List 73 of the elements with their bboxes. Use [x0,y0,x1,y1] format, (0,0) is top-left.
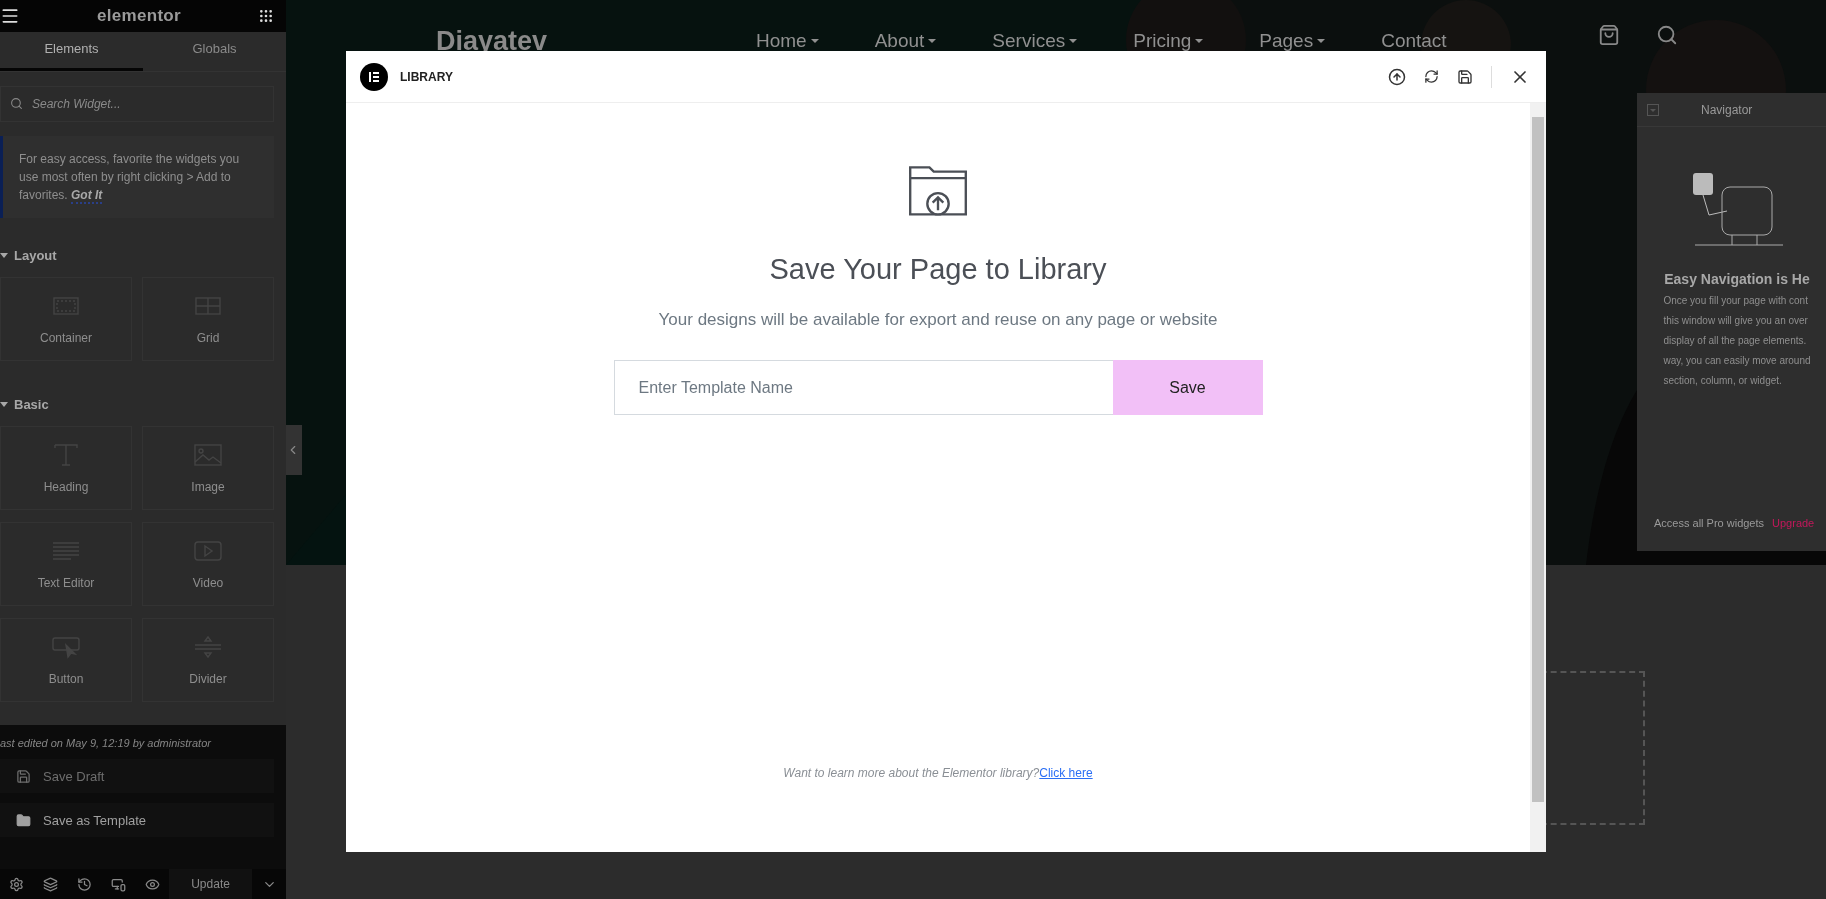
widget-label: Text Editor [37,576,95,590]
last-edited-note: ast edited on May 9, 12:19 by administrator [0,737,212,749]
category-title: Basic [14,397,49,412]
nav-link[interactable]: Services [992,30,1078,52]
panel-tab[interactable]: Globals [143,32,286,71]
dialog-title: LIBRARY [400,69,453,84]
sync-button[interactable] [1424,69,1439,84]
video-icon [193,538,223,564]
scrollbar-thumb[interactable] [1532,117,1544,802]
widget-label: Grid [196,331,220,345]
widget-label: Image [191,480,225,494]
dialog-heading: Save Your Page to Library [769,253,1107,286]
category-title: Layout [14,248,57,263]
widget-label: Divider [189,672,227,686]
widget-label: Heading [43,480,89,494]
widget-card[interactable]: Button [0,618,132,702]
navigator-text-line: Once you fill your page with cont [1663,294,1809,308]
search-icon[interactable] [1656,24,1678,46]
navigator-heading: Easy Navigation is He [1664,271,1810,287]
nav-link[interactable]: About [874,30,937,52]
click-here-link[interactable]: Click here [1039,766,1093,780]
nav-link[interactable]: Pricing [1133,30,1204,52]
panel-tab[interactable]: Elements [0,32,143,71]
divider-icon [193,634,223,660]
responsive-icon[interactable] [110,876,126,892]
navigator-text-line: this window will give you an over [1663,314,1809,328]
search-icon [10,97,23,110]
widget-card[interactable]: Grid [142,277,274,361]
scrollbar[interactable] [1530,103,1546,852]
collapse-handle[interactable] [286,425,302,475]
widget-card[interactable]: Heading [0,426,132,510]
save-icon [16,768,31,784]
save-template-button[interactable]: Save [1112,360,1263,415]
menu-icon[interactable] [0,6,20,26]
settings-icon[interactable] [9,876,25,892]
caret-icon[interactable] [0,402,8,407]
preview-icon[interactable] [144,876,160,892]
image-icon [193,442,223,468]
widget-label: Video [192,576,224,590]
library-help-text: Want to learn more about the Elementor library?Click here [783,766,1093,780]
nav-link[interactable]: Pages [1259,30,1326,52]
apps-grid-icon[interactable] [258,8,274,24]
bag-icon[interactable] [1598,24,1620,46]
elementor-logo-icon [360,62,388,91]
history-icon[interactable] [76,876,92,892]
widget-card[interactable]: Divider [142,618,274,702]
navigator-text-line: section, column, or widget. [1663,374,1783,388]
template-name-field[interactable]: Enter Template Name [613,360,1113,415]
navigator-text-line: way, you can easily move around [1663,354,1811,368]
nav-link[interactable]: Home [756,30,819,52]
widget-label: Button [48,672,84,686]
button-cursor-icon [51,634,81,660]
search-field[interactable]: Search Widget... [0,86,274,122]
widget-card[interactable]: Text Editor [0,522,132,606]
promo-text: Access all Pro widgets [1654,517,1765,529]
dialog-subtitle: Your designs will be available for export and reuse on any page or website [658,310,1218,330]
widget-card[interactable]: Video [142,522,274,606]
brand-logo: elementor [97,6,181,26]
widget-label: Container [40,331,92,345]
got-it-link[interactable]: Got It [71,188,103,204]
update-button[interactable]: Update [168,869,253,899]
tip-text: For easy access, favorite the widgets you use most often by right clicking > Add to favorites. Got It [0,136,274,218]
navigator-title: Navigator [1701,102,1753,117]
publish-menu-item[interactable]: Save as Template [0,803,274,837]
layers-icon[interactable] [43,876,59,892]
folder-icon [16,812,31,828]
navigator-text-line: display of all the page elements. [1663,334,1808,348]
caret-icon[interactable] [0,253,8,258]
widget-card[interactable]: Container [0,277,132,361]
upload-button[interactable] [1388,67,1406,86]
nav-link[interactable]: Contact [1381,30,1447,52]
save-button[interactable] [1457,68,1473,85]
widget-card[interactable]: Image [142,426,274,510]
